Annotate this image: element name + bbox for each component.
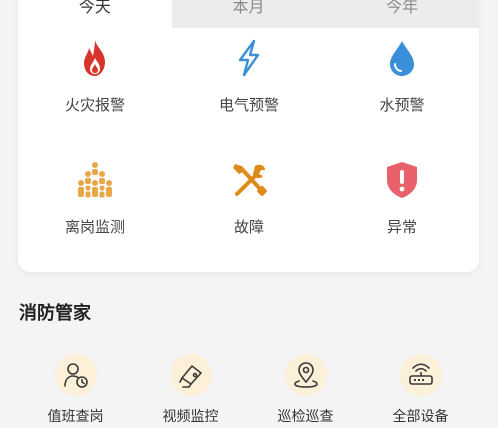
water-drop-icon <box>390 41 414 76</box>
off-duty-monitor-item[interactable]: 离岗监测 <box>18 158 172 237</box>
fault-item[interactable]: 故障 <box>172 158 326 237</box>
router-icon <box>408 363 433 385</box>
tab-today[interactable]: 今天 <box>18 0 172 28</box>
shield-alert-icon <box>387 162 417 198</box>
abnormal-item[interactable]: 异常 <box>325 158 479 237</box>
all-devices-icon-bg <box>399 354 442 396</box>
fire-alarm-item[interactable]: 火灾报警 <box>18 36 172 115</box>
video-monitor-icon-bg <box>169 354 212 396</box>
camera-icon <box>178 365 202 388</box>
patrol-inspection-item[interactable]: 巡检巡查 <box>248 354 363 426</box>
tab-today-label: 今天 <box>78 0 111 16</box>
period-tabs: 今天 本月 今年 <box>18 0 479 28</box>
fire-icon <box>84 40 105 76</box>
water-warning-label: 水预警 <box>379 96 425 114</box>
people-group-icon <box>78 162 112 198</box>
tab-this-year-label: 今年 <box>386 0 419 16</box>
fault-label: 故障 <box>233 218 264 236</box>
off-duty-monitor-label: 离岗监测 <box>64 218 125 236</box>
all-devices-label: 全部设备 <box>392 409 449 425</box>
water-warning-item[interactable]: 水预警 <box>325 36 479 115</box>
tab-this-year[interactable]: 今年 <box>325 0 479 28</box>
patrol-inspection-icon-bg <box>284 354 327 396</box>
section-title: 消防管家 <box>19 303 91 324</box>
video-monitor-item[interactable]: 视频监控 <box>133 354 248 426</box>
electrical-warning-item[interactable]: 电气预警 <box>172 36 326 115</box>
duty-check-icon-bg <box>54 354 97 396</box>
lightning-icon <box>238 39 260 77</box>
abnormal-label: 异常 <box>386 218 417 236</box>
duty-check-label: 值班查岗 <box>47 409 104 425</box>
user-clock-icon <box>63 363 88 388</box>
electrical-warning-label: 电气预警 <box>218 96 279 114</box>
statistics-card: 今天 本月 今年 火灾报警 电气预警 水预警 离岗监测 故障 异常 <box>18 0 479 272</box>
duty-check-item[interactable]: 值班查岗 <box>18 354 133 426</box>
tools-icon <box>233 164 267 196</box>
tab-this-month-label: 本月 <box>232 0 265 16</box>
tab-this-month[interactable]: 本月 <box>171 0 326 28</box>
patrol-inspection-label: 巡检巡查 <box>277 409 334 425</box>
location-pin-icon <box>293 362 318 388</box>
fire-alarm-label: 火灾报警 <box>64 96 125 114</box>
video-monitor-label: 视频监控 <box>162 409 219 425</box>
all-devices-item[interactable]: 全部设备 <box>363 354 478 426</box>
